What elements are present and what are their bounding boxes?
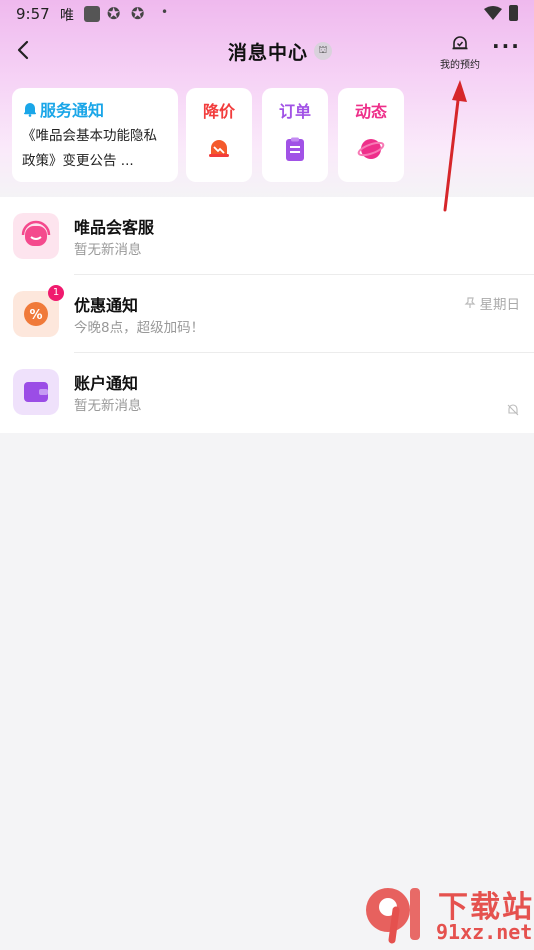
bell-icon (24, 103, 36, 117)
price-drop-bell-icon (209, 140, 229, 157)
list-item-subtitle: 今晚8点，超级加码！ (74, 320, 205, 336)
list-item-timestamp: 星期日 (464, 293, 521, 313)
status-app-icon: 唯 (60, 8, 74, 24)
service-notice-title: 服务通知 (40, 101, 105, 120)
svg-text:%: % (29, 308, 42, 323)
list-item-title: 优惠通知 (74, 296, 139, 315)
more-notifications-dot: • (161, 5, 169, 19)
message-list: 唯品会客服 暂无新消息 % 1 优惠通知 今晚8点，超级加码！ 星期日 账户通知… (0, 197, 534, 433)
list-item-subtitle: 暂无新消息 (74, 398, 142, 414)
status-time: 9:57 (16, 5, 50, 23)
list-item-promotion[interactable]: % 1 优惠通知 今晚8点，超级加码！ 星期日 (0, 275, 534, 353)
activity-label: 动态 (354, 102, 387, 121)
service-notice-card[interactable]: 服务通知 《唯品会基本功能隐私政策》变更公告 ... (12, 88, 178, 182)
bell-check-icon (452, 36, 468, 50)
headset-icon (13, 213, 59, 259)
status-bar: 9:57 唯 ✪ ✪ • (0, 0, 534, 28)
list-item-title: 唯品会客服 (74, 218, 155, 237)
app-notification-icon (84, 6, 100, 22)
battery-icon (509, 5, 518, 21)
watermark-logo-icon (366, 888, 420, 944)
annotation-arrow-icon (443, 80, 467, 212)
list-item-account[interactable]: 账户通知 暂无新消息 (0, 353, 534, 431)
clipboard-icon (286, 137, 304, 161)
title-badge-icon: ⛫ (314, 42, 332, 60)
pin-icon (464, 297, 475, 308)
list-item-title: 账户通知 (74, 374, 139, 393)
watermark-site-text: 91xz.net (436, 920, 533, 944)
notification-app-icon: ✪ (107, 4, 121, 23)
watermark: 下载站 91xz.net (360, 880, 534, 950)
mute-bell-icon (507, 404, 519, 416)
price-drop-label: 降价 (202, 102, 235, 121)
timestamp-text: 星期日 (479, 297, 521, 313)
top-navigation-bar: 消息中心 ⛫ 我的预约 ··· (0, 28, 534, 76)
list-item-subtitle: 暂无新消息 (74, 242, 142, 258)
my-reservation-button[interactable]: 我的预约 (436, 34, 484, 74)
orders-label: 订单 (278, 102, 311, 121)
wallet-icon (13, 369, 59, 415)
planet-icon (357, 139, 385, 159)
notification-app-icon: ✪ (131, 4, 145, 23)
unread-badge: 1 (48, 285, 64, 301)
service-notice-preview: 《唯品会基本功能隐私政策》变更公告 ... (22, 128, 157, 169)
my-reservation-label: 我的预约 (440, 60, 480, 71)
orders-card[interactable]: 订单 (262, 88, 328, 182)
activity-card[interactable]: 动态 (338, 88, 404, 182)
page-title: 消息中心 (228, 42, 309, 64)
back-arrow-icon[interactable] (12, 38, 36, 62)
wifi-icon (484, 6, 502, 20)
price-drop-card[interactable]: 降价 (186, 88, 252, 182)
more-options-button[interactable]: ··· (492, 36, 524, 62)
